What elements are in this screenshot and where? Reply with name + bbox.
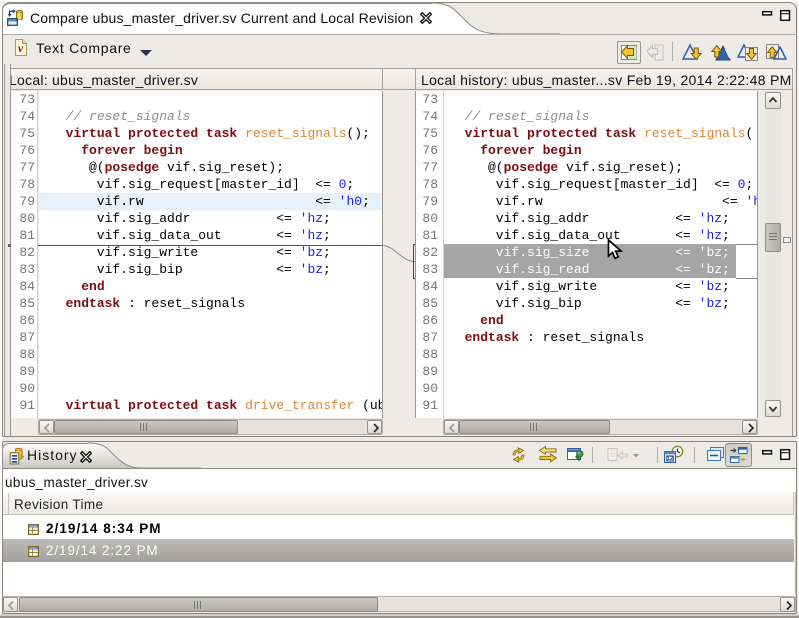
- svg-text:v: v: [18, 41, 24, 55]
- svg-text:12: 12: [667, 456, 673, 462]
